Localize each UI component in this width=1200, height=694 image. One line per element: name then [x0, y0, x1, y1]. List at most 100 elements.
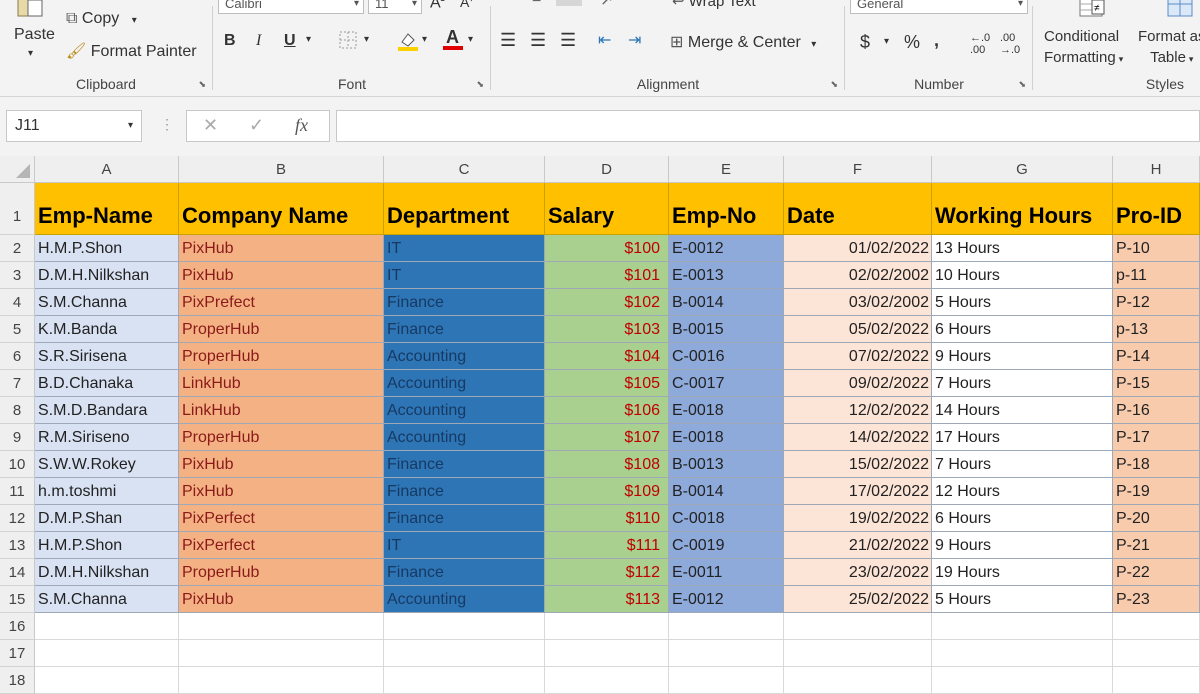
- cell-d16[interactable]: [545, 613, 669, 640]
- align-right-icon[interactable]: ☰: [560, 30, 576, 51]
- cell-c2[interactable]: IT: [384, 235, 545, 262]
- comma-button[interactable]: ,: [934, 30, 939, 51]
- cell-g15[interactable]: 5 Hours: [932, 586, 1113, 613]
- cell-h4[interactable]: P-12: [1113, 289, 1200, 316]
- font-name-dropdown-icon[interactable]: ▾: [354, 0, 359, 15]
- cell-e12[interactable]: C-0018: [669, 505, 784, 532]
- cell-a12[interactable]: D.M.P.Shan: [35, 505, 179, 532]
- paste-dropdown-icon[interactable]: ▾: [28, 48, 33, 59]
- wrap-text-button[interactable]: ↩ Wrap Text: [672, 0, 756, 10]
- cell-h10[interactable]: P-18: [1113, 451, 1200, 478]
- cell-b5[interactable]: ProperHub: [179, 316, 384, 343]
- paste-button[interactable]: Paste: [14, 26, 55, 44]
- number-format-combo[interactable]: General ▾: [850, 0, 1028, 14]
- header-cell-c[interactable]: Department: [384, 183, 545, 235]
- cell-a4[interactable]: S.M.Channa: [35, 289, 179, 316]
- cell-g11[interactable]: 12 Hours: [932, 478, 1113, 505]
- cell-e15[interactable]: E-0012: [669, 586, 784, 613]
- cell-a14[interactable]: D.M.H.Nilkshan: [35, 559, 179, 586]
- top-align-icon[interactable]: ≡: [532, 0, 541, 8]
- clipboard-launcher-icon[interactable]: ⬊: [198, 79, 206, 90]
- cell-f7[interactable]: 09/02/2022: [784, 370, 932, 397]
- cell-b11[interactable]: PixHub: [179, 478, 384, 505]
- cell-h14[interactable]: P-22: [1113, 559, 1200, 586]
- cell-c18[interactable]: [384, 667, 545, 694]
- cell-a7[interactable]: B.D.Chanaka: [35, 370, 179, 397]
- cell-f13[interactable]: 21/02/2022: [784, 532, 932, 559]
- underline-button[interactable]: U: [284, 32, 296, 50]
- column-header-h[interactable]: H: [1113, 156, 1200, 183]
- cell-e11[interactable]: B-0014: [669, 478, 784, 505]
- cell-g13[interactable]: 9 Hours: [932, 532, 1113, 559]
- decrease-indent-icon[interactable]: ⇤: [598, 30, 611, 50]
- cell-c6[interactable]: Accounting: [384, 343, 545, 370]
- cell-a9[interactable]: R.M.Siriseno: [35, 424, 179, 451]
- cell-c7[interactable]: Accounting: [384, 370, 545, 397]
- cell-c17[interactable]: [384, 640, 545, 667]
- cell-a5[interactable]: K.M.Banda: [35, 316, 179, 343]
- cell-a15[interactable]: S.M.Channa: [35, 586, 179, 613]
- cell-e4[interactable]: B-0014: [669, 289, 784, 316]
- cell-a17[interactable]: [35, 640, 179, 667]
- percent-button[interactable]: %: [904, 32, 920, 53]
- cell-d18[interactable]: [545, 667, 669, 694]
- cell-e8[interactable]: E-0018: [669, 397, 784, 424]
- paste-icon[interactable]: [14, 0, 44, 23]
- cell-c13[interactable]: IT: [384, 532, 545, 559]
- cell-f14[interactable]: 23/02/2022: [784, 559, 932, 586]
- header-cell-d[interactable]: Salary: [545, 183, 669, 235]
- cell-g9[interactable]: 17 Hours: [932, 424, 1113, 451]
- cell-h9[interactable]: P-17: [1113, 424, 1200, 451]
- cell-e9[interactable]: E-0018: [669, 424, 784, 451]
- italic-button[interactable]: I: [256, 32, 261, 50]
- cell-d9[interactable]: $107: [545, 424, 669, 451]
- cell-h2[interactable]: P-10: [1113, 235, 1200, 262]
- cell-f3[interactable]: 02/02/2002: [784, 262, 932, 289]
- font-launcher-icon[interactable]: ⬊: [476, 79, 484, 90]
- row-header-7[interactable]: 7: [0, 370, 35, 397]
- cell-c10[interactable]: Finance: [384, 451, 545, 478]
- cell-b16[interactable]: [179, 613, 384, 640]
- cell-a6[interactable]: S.R.Sirisena: [35, 343, 179, 370]
- font-name-combo[interactable]: Calibri ▾: [218, 0, 364, 14]
- increase-decimal-icon[interactable]: ←.0.00: [970, 32, 990, 56]
- decrease-decimal-icon[interactable]: .00 →.0: [1000, 32, 1020, 56]
- row-header-9[interactable]: 9: [0, 424, 35, 451]
- font-color-icon[interactable]: A: [442, 26, 464, 57]
- cell-g18[interactable]: [932, 667, 1113, 694]
- cell-g3[interactable]: 10 Hours: [932, 262, 1113, 289]
- cell-f17[interactable]: [784, 640, 932, 667]
- cell-e2[interactable]: E-0012: [669, 235, 784, 262]
- number-format-dropdown-icon[interactable]: ▾: [1018, 0, 1023, 15]
- cell-a18[interactable]: [35, 667, 179, 694]
- cell-e6[interactable]: C-0016: [669, 343, 784, 370]
- cell-h5[interactable]: p-13: [1113, 316, 1200, 343]
- column-header-b[interactable]: B: [179, 156, 384, 183]
- enter-icon[interactable]: ✓: [249, 115, 264, 136]
- cell-f16[interactable]: [784, 613, 932, 640]
- cell-g6[interactable]: 9 Hours: [932, 343, 1113, 370]
- cell-d10[interactable]: $108: [545, 451, 669, 478]
- alignment-launcher-icon[interactable]: ⬊: [830, 79, 838, 90]
- column-header-c[interactable]: C: [384, 156, 545, 183]
- header-cell-h[interactable]: Pro-ID: [1113, 183, 1200, 235]
- format-as-table-button[interactable]: Format as Table ▾: [1138, 26, 1200, 70]
- cell-e13[interactable]: C-0019: [669, 532, 784, 559]
- row-header-2[interactable]: 2: [0, 235, 35, 262]
- cell-c15[interactable]: Accounting: [384, 586, 545, 613]
- underline-dropdown-icon[interactable]: ▾: [306, 34, 311, 45]
- row-header-5[interactable]: 5: [0, 316, 35, 343]
- cell-h17[interactable]: [1113, 640, 1200, 667]
- cell-b6[interactable]: ProperHub: [179, 343, 384, 370]
- cell-d6[interactable]: $104: [545, 343, 669, 370]
- row-header-16[interactable]: 16: [0, 613, 35, 640]
- cell-e3[interactable]: E-0013: [669, 262, 784, 289]
- copy-dropdown-icon[interactable]: ▾: [132, 15, 137, 26]
- cell-a13[interactable]: H.M.P.Shon: [35, 532, 179, 559]
- cell-a3[interactable]: D.M.H.Nilkshan: [35, 262, 179, 289]
- cell-h18[interactable]: [1113, 667, 1200, 694]
- row-header-1[interactable]: 1: [0, 183, 35, 235]
- copy-button[interactable]: ⧉ Copy ▾: [66, 10, 137, 28]
- orientation-icon[interactable]: ↗: [600, 0, 613, 10]
- header-cell-g[interactable]: Working Hours: [932, 183, 1113, 235]
